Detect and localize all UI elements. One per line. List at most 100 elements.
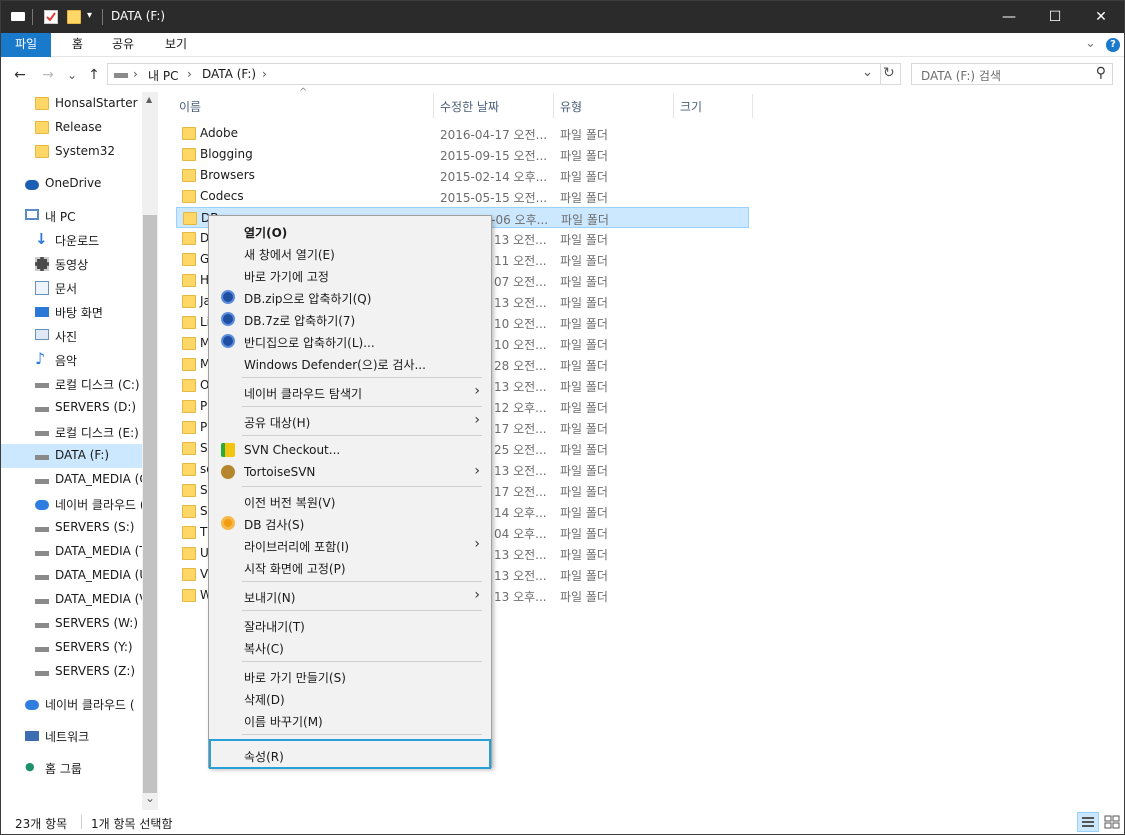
menu-item[interactable]: 삭제(D) [210,687,490,709]
nav-item-동영상[interactable]: 동영상 [1,252,143,276]
nav-item-네이버-클라우드-h[interactable]: 네이버 클라우드 (H:) [1,492,143,516]
properties-icon[interactable] [44,10,58,24]
menu-item[interactable]: DB.7z로 압축하기(7) [210,308,490,330]
search-icon[interactable]: ⚲ [1096,65,1106,81]
menu-item[interactable]: 잘라내기(T) [210,614,490,636]
menu-item[interactable]: 이름 바꾸기(M) [210,709,490,731]
nav-item-servers-y[interactable]: SERVERS (Y:) [1,636,143,660]
nav-item-사진[interactable]: 사진 [1,324,143,348]
menu-item[interactable]: 보내기(N) › [210,585,490,607]
search-input[interactable]: DATA (F:) 검색 ⚲ [911,63,1113,85]
column-header-type[interactable]: 유형 [560,98,582,122]
menu-item[interactable]: 새 창에서 열기(E) [210,242,490,264]
breadcrumb-data-f[interactable]: DATA (F:) [202,67,256,81]
address-bar[interactable]: › 내 PC › DATA (F:) › ⌄ ↻ [107,63,901,85]
recent-locations-button[interactable]: ⌄ [63,66,81,84]
scroll-down-icon[interactable]: ⌄ [145,791,155,805]
nav-item-바탕-화면[interactable]: 바탕 화면 [1,300,143,324]
chevron-down-icon[interactable]: ⌄ [1085,36,1096,51]
nav-item-음악[interactable]: ♪ 음악 [1,348,143,372]
menu-item[interactable]: 네이버 클라우드 탐색기 › [210,381,490,403]
tab-home[interactable]: 홈 [58,33,97,57]
nav-item-servers-s[interactable]: SERVERS (S:) [1,516,143,540]
tab-share[interactable]: 공유 [98,33,148,57]
chevron-right-icon: › [474,536,480,552]
folder-icon [182,232,196,245]
column-header-modified[interactable]: 수정한 날짜 [440,98,499,122]
nav-item-release[interactable]: Release [1,116,143,140]
nav-scrollbar-thumb[interactable] [143,215,157,793]
menu-item[interactable]: DB 검사(S) [210,512,490,534]
customize-quick-access-icon[interactable]: ▾ [87,10,92,21]
cloud-icon [25,180,39,190]
column-divider[interactable] [673,94,674,118]
nav-item-로컬-디스크-e[interactable]: 로컬 디스크 (E:) [1,420,143,444]
nav-item-홈-그룹[interactable]: ● 홈 그룹 [1,756,143,780]
breadcrumb-this-pc[interactable]: 내 PC [148,67,178,84]
back-button[interactable]: ← [11,66,29,84]
column-divider[interactable] [433,94,434,118]
file-type: 파일 폴더 [560,527,608,541]
menu-item[interactable]: 속성(R) [209,739,491,769]
breadcrumb-separator[interactable]: › [133,67,138,81]
nav-item-data-media-g[interactable]: DATA_MEDIA (G:) [1,468,143,492]
column-header-size[interactable]: 크기 [680,98,702,122]
nav-item-servers-d[interactable]: SERVERS (D:) [1,396,143,420]
help-icon[interactable]: ? [1106,38,1120,52]
tab-file[interactable]: 파일 [1,33,52,57]
column-divider[interactable] [553,94,554,118]
new-folder-icon[interactable] [67,10,81,24]
menu-item[interactable]: 이전 버전 복원(V) [210,490,490,512]
details-view-button[interactable] [1077,812,1099,832]
menu-item[interactable]: 공유 대상(H) › [210,410,490,432]
menu-item[interactable]: DB.zip으로 압축하기(Q) [210,286,490,308]
menu-item[interactable]: 시작 화면에 고정(P) [210,556,490,578]
menu-item[interactable]: 열기(O) [210,220,490,242]
breadcrumb-separator[interactable]: › [187,67,192,81]
column-divider[interactable] [752,94,753,118]
tab-view[interactable]: 보기 [151,33,201,57]
file-row[interactable]: Codecs 2015-05-15 오전... 파일 폴더 [176,186,749,207]
menu-item[interactable]: TortoiseSVN › [210,461,490,483]
minimize-button[interactable]: — [986,1,1032,33]
menu-item[interactable]: Windows Defender(으)로 검사... [210,352,490,374]
nav-item-data-media-t[interactable]: DATA_MEDIA (T:) [1,540,143,564]
nav-item-내-pc[interactable]: 내 PC [1,204,143,228]
nav-item-onedrive[interactable]: OneDrive [1,172,143,196]
nav-item-네이버-클라우드[interactable]: 네이버 클라우드 ( [1,692,143,716]
file-row[interactable]: Blogging 2015-09-15 오전... 파일 폴더 [176,144,749,165]
nav-item-servers-w[interactable]: SERVERS (W:) [1,612,143,636]
menu-item[interactable]: 복사(C) [210,636,490,658]
menu-item[interactable]: 바로 가기 만들기(S) [210,665,490,687]
nav-item-네트워크[interactable]: 네트워크 [1,724,143,748]
menu-item[interactable]: 라이브러리에 포함(I) › [210,534,490,556]
address-dropdown-button[interactable]: ⌄ [862,65,873,80]
nav-item-문서[interactable]: 문서 [1,276,143,300]
menu-item[interactable]: SVN Checkout... [210,439,490,461]
file-row[interactable]: Browsers 2015-02-14 오후... 파일 폴더 [176,165,749,186]
up-button[interactable]: ↑ [85,66,103,84]
nav-item-label: 로컬 디스크 (E:) [55,426,139,440]
nav-item-로컬-디스크-c[interactable]: 로컬 디스크 (C:) [1,372,143,396]
breadcrumb-separator[interactable]: › [262,67,267,81]
nav-item-data-media-v[interactable]: DATA_MEDIA (V:) [1,588,143,612]
menu-item[interactable]: 바로 가기에 고정 [210,264,490,286]
menu-item-label: DB 검사(S) [244,518,305,532]
nav-item-servers-z[interactable]: SERVERS (Z:) [1,660,143,684]
large-icons-view-button[interactable] [1102,812,1124,832]
file-row[interactable]: Adobe 2016-04-17 오전... 파일 폴더 [176,123,749,144]
menu-item[interactable]: 반디집으로 압축하기(L)... [210,330,490,352]
close-button[interactable]: ✕ [1078,1,1124,33]
nav-item-data-media-u[interactable]: DATA_MEDIA (U:) [1,564,143,588]
nav-item-data-f[interactable]: DATA (F:) [1,444,143,468]
nav-item-system32[interactable]: System32 [1,140,143,164]
maximize-button[interactable]: ☐ [1032,1,1078,33]
file-date: 10 오전... [494,338,547,352]
column-header-name[interactable]: 이름 [179,98,201,122]
nav-item-honsalstarter[interactable]: HonsalStarter [1,92,143,116]
scroll-up-icon[interactable]: ▲ [146,95,152,104]
refresh-button[interactable]: ↻ [883,65,895,81]
nav-item-다운로드[interactable]: ↓ 다운로드 [1,228,143,252]
forward-button[interactable]: → [39,66,57,84]
drive-icon [35,431,49,436]
